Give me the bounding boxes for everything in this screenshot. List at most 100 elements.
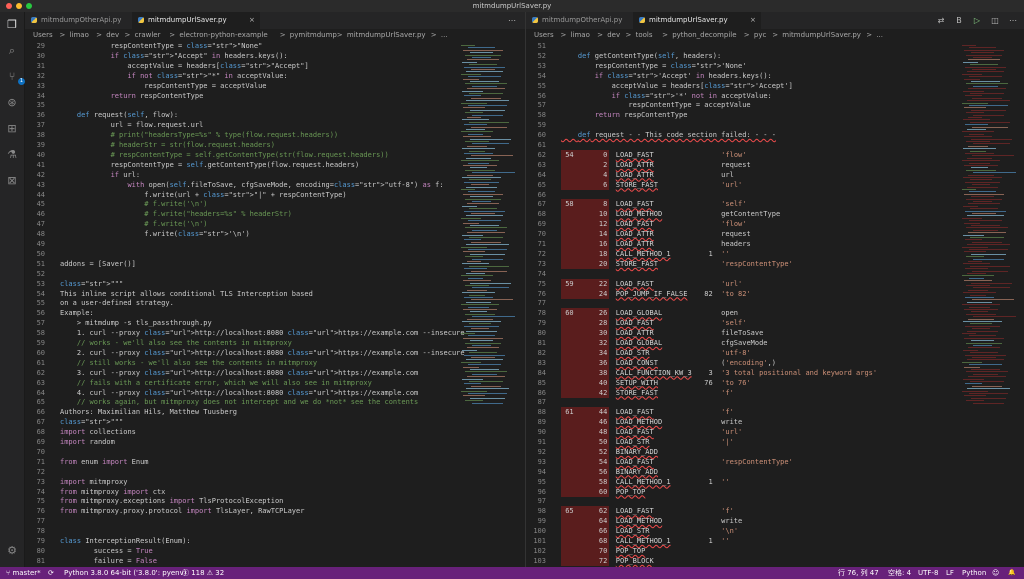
- code-line[interactable]: 91 50 LOAD_STR '|': [526, 437, 962, 447]
- code-line[interactable]: 53 class="str">""": [25, 279, 465, 289]
- code-line[interactable]: 66 Authors: Maximilian Hils, Matthew Tuus…: [25, 407, 465, 417]
- code-line[interactable]: 33 respContentType = acceptValue: [25, 81, 465, 91]
- code-line[interactable]: 86 42 STORE_FAST 'f': [526, 387, 962, 398]
- code-line[interactable]: 52 def getContentType(self, headers):: [526, 51, 962, 61]
- source-control-icon[interactable]: ⑂ 1: [5, 70, 25, 85]
- code-line[interactable]: 80 30 LOAD_ATTR fileToSave: [526, 328, 962, 339]
- encoding-setting[interactable]: UTF-8: [918, 567, 938, 579]
- code-line[interactable]: 60 def request - - This code section fai…: [526, 130, 962, 140]
- code-line[interactable]: 55 acceptValue = headers[class="str">'Ac…: [526, 81, 962, 91]
- code-line[interactable]: 37 url = flow.request.url: [25, 120, 465, 130]
- code-line[interactable]: 72: [25, 467, 465, 477]
- code-line[interactable]: 70: [25, 447, 465, 457]
- code-line[interactable]: 55 on a user-defined strategy.: [25, 298, 465, 308]
- code-line[interactable]: 30 if class="str">"Accept" in headers.ke…: [25, 51, 465, 61]
- code-line[interactable]: 51 addons = [Saver()]: [25, 259, 465, 269]
- code-line[interactable]: 71 from enum import Enum: [25, 457, 465, 467]
- minimap[interactable]: [962, 41, 1022, 567]
- code-editor[interactable]: 51 52 def getContentType(self, headers): 5…: [526, 41, 962, 567]
- code-line[interactable]: 84 38 CALL_FUNCTION_KW_3 3 '3 total posi…: [526, 367, 962, 378]
- code-line[interactable]: 71 16 LOAD_ATTR headers: [526, 239, 962, 249]
- code-line[interactable]: 79 class InterceptionResult(Enum):: [25, 536, 465, 546]
- code-line[interactable]: 43 with open(self.fileToSave, cfgSaveMod…: [25, 180, 465, 190]
- code-line[interactable]: 64 4 LOAD_ATTR url: [526, 169, 962, 180]
- code-line[interactable]: 61: [526, 140, 962, 150]
- problems-count[interactable]: ⓧ 118 ⚠ 32: [182, 567, 224, 579]
- bell-icon[interactable]: 🔔: [1008, 567, 1015, 579]
- code-line[interactable]: 78: [25, 526, 465, 536]
- code-line[interactable]: 94 56 BINARY_ADD: [526, 466, 962, 477]
- code-line[interactable]: 32 if not class="str">"*" in acceptValue…: [25, 71, 465, 81]
- code-line[interactable]: 95 58 CALL_METHOD_1 1 '': [526, 476, 962, 487]
- code-line[interactable]: 36 def request(self, flow):: [25, 110, 465, 120]
- eol-setting[interactable]: LF: [946, 567, 954, 579]
- code-line[interactable]: 98 65 62 LOAD_FAST 'f': [526, 506, 962, 517]
- feedback-icon[interactable]: ☺: [992, 567, 999, 579]
- code-line[interactable]: 63 // fails with a certificate error, wh…: [25, 378, 465, 388]
- code-line[interactable]: 63 2 LOAD_ATTR request: [526, 159, 962, 170]
- code-line[interactable]: 100 66 LOAD_STR '\n': [526, 526, 962, 537]
- code-line[interactable]: 74 from mitmproxy import ctx: [25, 487, 465, 497]
- code-line[interactable]: 40 # respContentType = self.getContentTy…: [25, 150, 465, 160]
- sync-icon[interactable]: ⟳: [48, 567, 54, 579]
- code-line[interactable]: 81 failure = False: [25, 556, 465, 566]
- code-line[interactable]: 97: [526, 496, 962, 506]
- code-line[interactable]: 67 class="str">""": [25, 417, 465, 427]
- code-line[interactable]: 101 68 CALL_METHOD_1 1 '': [526, 536, 962, 546]
- code-line[interactable]: 38 # print("headersType=%s" % type(flow.…: [25, 130, 465, 140]
- code-line[interactable]: 41 respContentType = self.getContentType…: [25, 160, 465, 170]
- tab-mitmdumpurlsaver[interactable]: mitmdumpUrlSaver.py ×: [633, 12, 761, 29]
- code-line[interactable]: 54 This inline script allows conditional …: [25, 289, 465, 299]
- code-line[interactable]: 80 success = True: [25, 546, 465, 556]
- code-line[interactable]: 46 # f.write("headers=%s" % headerStr): [25, 209, 465, 219]
- tab-mitmdumpotherapi[interactable]: mitmdumpOtherApi.py: [526, 12, 633, 29]
- code-line[interactable]: 96 60 POP_TOP: [526, 486, 962, 497]
- branch-indicator[interactable]: ⑂ master*: [6, 567, 41, 579]
- more-actions-icon[interactable]: ⋯: [507, 15, 517, 26]
- breadcrumb-item[interactable]: limao: [571, 29, 590, 41]
- run-icon[interactable]: ▷: [972, 15, 982, 26]
- breadcrumb-item[interactable]: Users: [33, 29, 53, 41]
- code-line[interactable]: 75 from mitmproxy.exceptions import TlsPr…: [25, 496, 465, 506]
- code-line[interactable]: 51: [526, 41, 962, 51]
- code-line[interactable]: 61 // still works - we'll also see the c…: [25, 358, 465, 368]
- code-line[interactable]: 93 54 LOAD_FAST 'respContentType': [526, 456, 962, 467]
- code-line[interactable]: 58 1. curl --proxy class="url">http://lo…: [25, 328, 465, 338]
- code-line[interactable]: 62 3. curl --proxy class="url">http://lo…: [25, 368, 465, 378]
- code-line[interactable]: 70 14 LOAD_ATTR request: [526, 229, 962, 240]
- bold-icon[interactable]: B: [954, 15, 964, 26]
- code-line[interactable]: 53 respContentType = class="str">'None': [526, 61, 962, 71]
- code-line[interactable]: 48 f.write(class="str">'\n'): [25, 229, 465, 239]
- breadcrumb-item[interactable]: limao: [70, 29, 89, 41]
- code-line[interactable]: 87: [526, 397, 962, 407]
- settings-icon[interactable]: ⚙: [5, 544, 19, 558]
- code-line[interactable]: 34 return respContentType: [25, 91, 465, 101]
- code-line[interactable]: 85 40 SETUP_WITH 76 'to 76': [526, 377, 962, 388]
- code-line[interactable]: 89 46 LOAD_METHOD write: [526, 417, 962, 428]
- code-line[interactable]: 81 32 LOAD_GLOBAL cfgSaveMode: [526, 338, 962, 348]
- code-line[interactable]: 57 respContentType = acceptValue: [526, 100, 962, 110]
- code-line[interactable]: 75 59 22 LOAD_FAST 'url': [526, 278, 962, 289]
- tab-mitmdumpurlsaver[interactable]: mitmdumpUrlSaver.py ×: [132, 12, 260, 29]
- code-line[interactable]: 65 // works again, but mitmproxy does no…: [25, 397, 465, 407]
- indent-setting[interactable]: 空格: 4: [888, 567, 911, 579]
- code-line[interactable]: 60 2. curl --proxy class="url">http://lo…: [25, 348, 465, 358]
- code-line[interactable]: 82 34 LOAD_STR 'utf-8': [526, 347, 962, 358]
- close-tab-icon[interactable]: ×: [750, 12, 756, 29]
- code-line[interactable]: 45 # f.write('\n'): [25, 199, 465, 209]
- code-line[interactable]: 67 58 8 LOAD_FAST 'self': [526, 199, 962, 210]
- code-line[interactable]: 58 return respContentType: [526, 110, 962, 120]
- breadcrumb-item[interactable]: electron-python-example: [179, 29, 267, 41]
- code-line[interactable]: 44 f.write(url + class="str">"|" + respC…: [25, 190, 465, 200]
- breadcrumb-item[interactable]: ...: [441, 29, 448, 41]
- files-icon[interactable]: ❐: [5, 18, 19, 32]
- code-line[interactable]: 79 28 LOAD_FAST 'self': [526, 318, 962, 329]
- code-line[interactable]: 90 48 LOAD_FAST 'url': [526, 427, 962, 438]
- code-line[interactable]: 78 60 26 LOAD_GLOBAL open: [526, 308, 962, 319]
- remote-icon[interactable]: ⊠: [5, 174, 19, 188]
- code-line[interactable]: 62 54 0 LOAD_FAST 'flow': [526, 149, 962, 160]
- code-line[interactable]: 76 24 POP_JUMP_IF_FALSE 82 'to 82': [526, 288, 962, 299]
- breadcrumb-item[interactable]: mitmdumpUrlSaver.py: [782, 29, 861, 41]
- breadcrumb-item[interactable]: tools: [636, 29, 653, 41]
- code-line[interactable]: 65 6 STORE_FAST 'url': [526, 179, 962, 190]
